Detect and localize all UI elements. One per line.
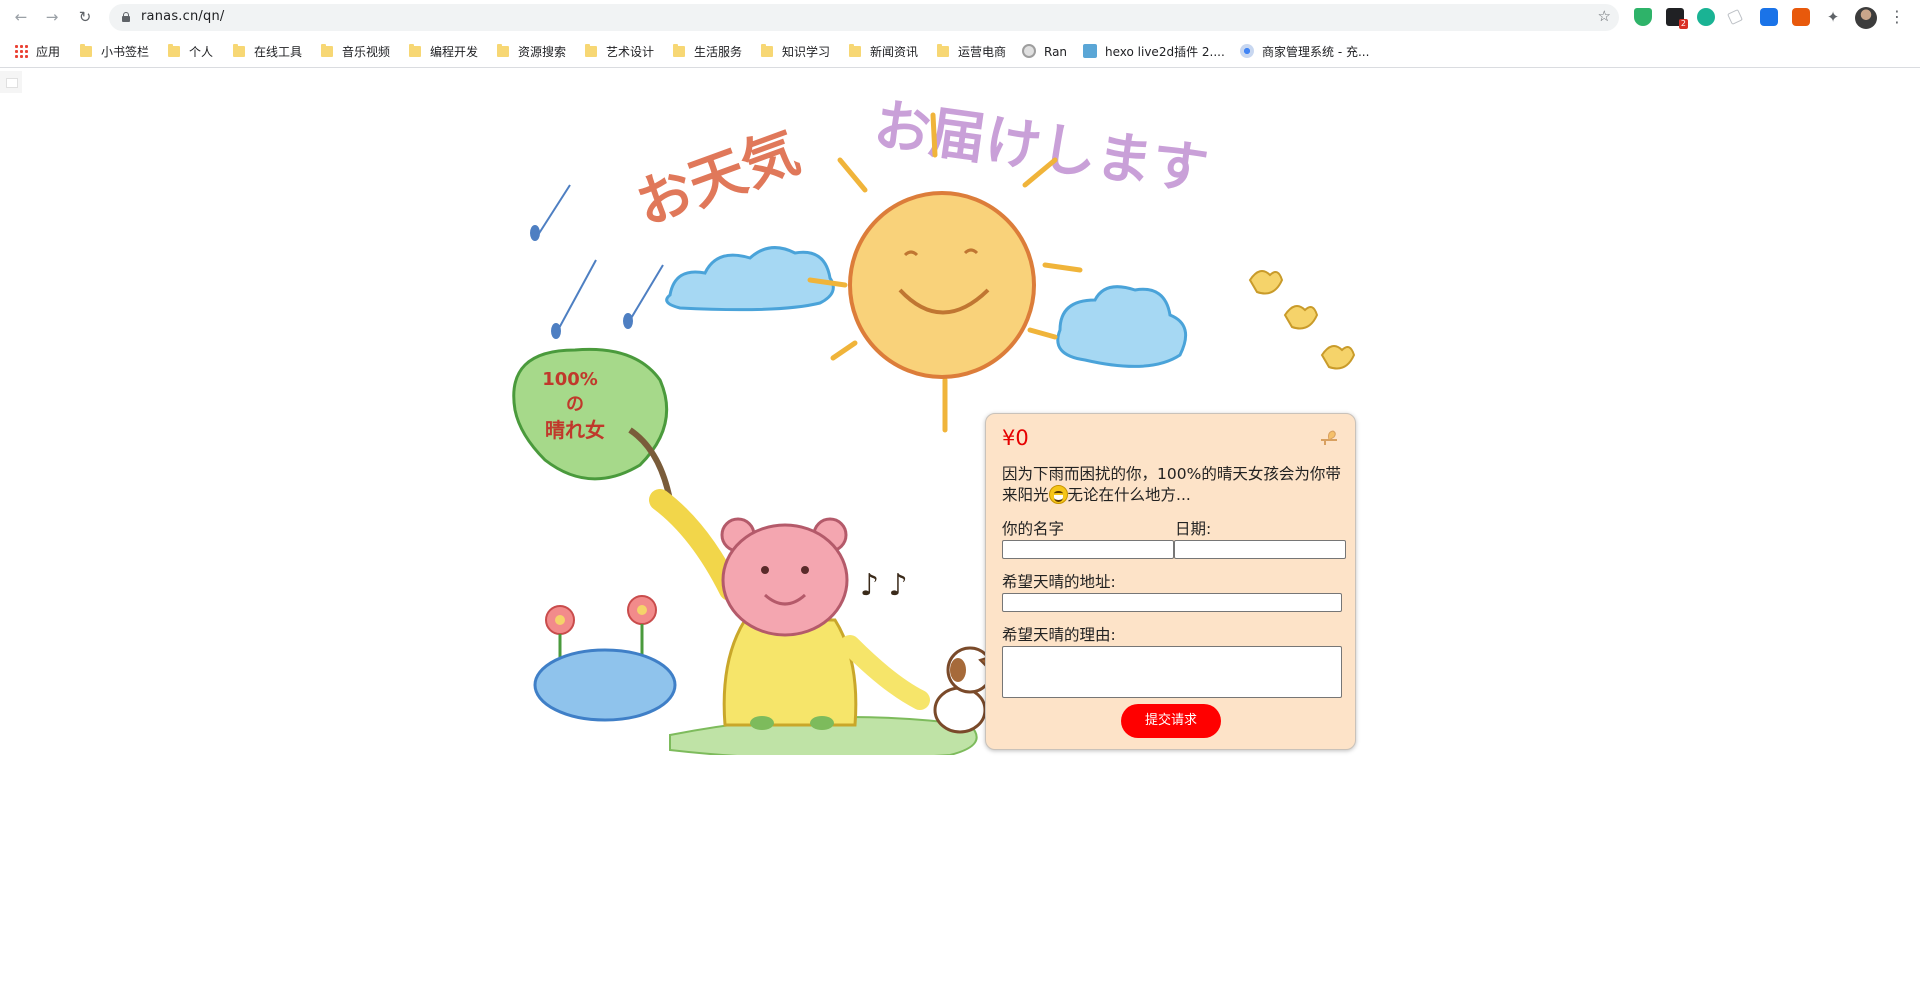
address-label: 希望天晴的地址: — [1002, 573, 1116, 591]
sunny-girl-character-icon — [649, 489, 930, 730]
translate-extension-icon[interactable] — [1760, 8, 1778, 26]
bookmark-folder[interactable]: 生活服务 — [673, 42, 742, 62]
name-input[interactable] — [1002, 540, 1174, 559]
bookmark-folder[interactable]: 小书签栏 — [80, 42, 149, 62]
ublock-extension-icon[interactable] — [1792, 8, 1810, 26]
bookmark-ran[interactable]: Ran — [1022, 42, 1067, 62]
leaf-sign-line-2: の — [566, 394, 584, 415]
site-favicon-icon — [1022, 44, 1036, 58]
smile-emoji-icon — [1048, 485, 1068, 504]
bookmark-folder[interactable]: 知识学习 — [761, 42, 830, 62]
folder-icon — [673, 44, 685, 57]
folder-icon — [80, 44, 92, 57]
bookmark-folder[interactable]: 资源搜索 — [497, 42, 566, 62]
birds-icon — [1248, 270, 1356, 370]
cursor-extension-icon[interactable] — [1727, 9, 1743, 25]
price-label: ¥0 — [1002, 426, 1029, 450]
more-menu-icon[interactable]: ⋮ — [1889, 6, 1905, 28]
folder-icon — [321, 44, 333, 57]
folder-icon — [168, 44, 180, 57]
title-right-text: お届けします — [870, 92, 1212, 203]
bookmark-folder[interactable]: 运营电商 — [937, 42, 1006, 62]
date-label: 日期: — [1175, 520, 1212, 538]
bookmark-merchant[interactable]: 商家管理系统 - 充... — [1240, 42, 1369, 62]
address-bar[interactable]: ranas.cn/qn/ ☆ — [109, 4, 1619, 31]
bookmark-folder[interactable]: 编程开发 — [409, 42, 478, 62]
bookmark-star-icon[interactable]: ☆ — [1598, 7, 1611, 25]
bookmarks-bar: 应用 小书签栏 个人 在线工具 音乐视频 编程开发 资源搜索 艺术设计 生活服务… — [0, 35, 1920, 68]
intro-text: 因为下雨而困扰的你，100%的晴天女孩会为你带来阳光 无论在什么地方... — [1002, 465, 1341, 504]
bookmark-apps[interactable]: 应用 — [14, 42, 60, 62]
folder-icon — [937, 44, 949, 57]
bookmark-folder[interactable]: 个人 — [168, 42, 213, 62]
bookmark-folder[interactable]: 艺术设计 — [585, 42, 654, 62]
site-favicon-icon — [1083, 44, 1097, 58]
folder-icon — [761, 44, 773, 57]
forward-arrow-icon[interactable]: → — [41, 6, 63, 28]
folder-icon — [497, 44, 509, 57]
leaf-sign-line-1: 100% — [542, 369, 598, 390]
leaf-sign-line-3: 晴れ女 — [545, 418, 605, 442]
bookmark-hexo[interactable]: hexo live2d插件 2.... — [1083, 42, 1225, 62]
submit-button[interactable]: 提交请求 — [1121, 704, 1221, 738]
leaf-sign-icon: 100% の 晴れ女 — [512, 347, 673, 501]
date-input[interactable] — [1174, 540, 1346, 559]
puddle-icon — [533, 648, 677, 722]
reason-textarea[interactable] — [1002, 646, 1342, 698]
url-text[interactable]: ranas.cn/qn/ — [141, 9, 224, 24]
reload-icon[interactable]: ↻ — [74, 6, 96, 28]
title-left-text: お天気 — [628, 120, 808, 239]
folder-icon — [409, 44, 421, 57]
site-favicon-icon — [1240, 44, 1254, 58]
folder-icon — [849, 44, 861, 57]
music-notes-icon: ♪ ♪ — [860, 568, 908, 603]
shield-extension-icon[interactable] — [1634, 8, 1652, 26]
browser-toolbar: ← → ↻ ranas.cn/qn/ ☆ 2 ✦ ⋮ — [0, 0, 1920, 35]
lock-icon[interactable] — [122, 12, 130, 22]
apps-grid-icon — [14, 44, 28, 58]
address-input[interactable] — [1002, 593, 1342, 612]
bookmark-folder[interactable]: 在线工具 — [233, 42, 302, 62]
weather-request-form: ¥0 因为下雨而困扰的你，100%的晴天女孩会为你带来阳光 无论在什么地方... … — [985, 413, 1356, 750]
back-arrow-icon[interactable]: ← — [10, 6, 32, 28]
name-label: 你的名字 — [1002, 520, 1065, 538]
grammar-extension-icon[interactable] — [1697, 8, 1715, 26]
puzzle-extensions-icon[interactable]: ✦ — [1824, 8, 1842, 26]
bookmark-folder[interactable]: 音乐视频 — [321, 42, 390, 62]
page-corner-widget[interactable] — [0, 71, 22, 93]
bird-perch-icon — [1321, 430, 1337, 445]
cloud-icon — [1056, 285, 1188, 368]
extension-badge: 2 — [1678, 19, 1688, 29]
reason-label: 希望天晴的理由: — [1002, 626, 1116, 644]
extension-icon-with-badge[interactable]: 2 — [1666, 8, 1688, 29]
profile-avatar[interactable] — [1855, 7, 1877, 29]
folder-icon — [233, 44, 245, 57]
bookmark-folder[interactable]: 新闻资讯 — [849, 42, 918, 62]
folder-icon — [585, 44, 597, 57]
